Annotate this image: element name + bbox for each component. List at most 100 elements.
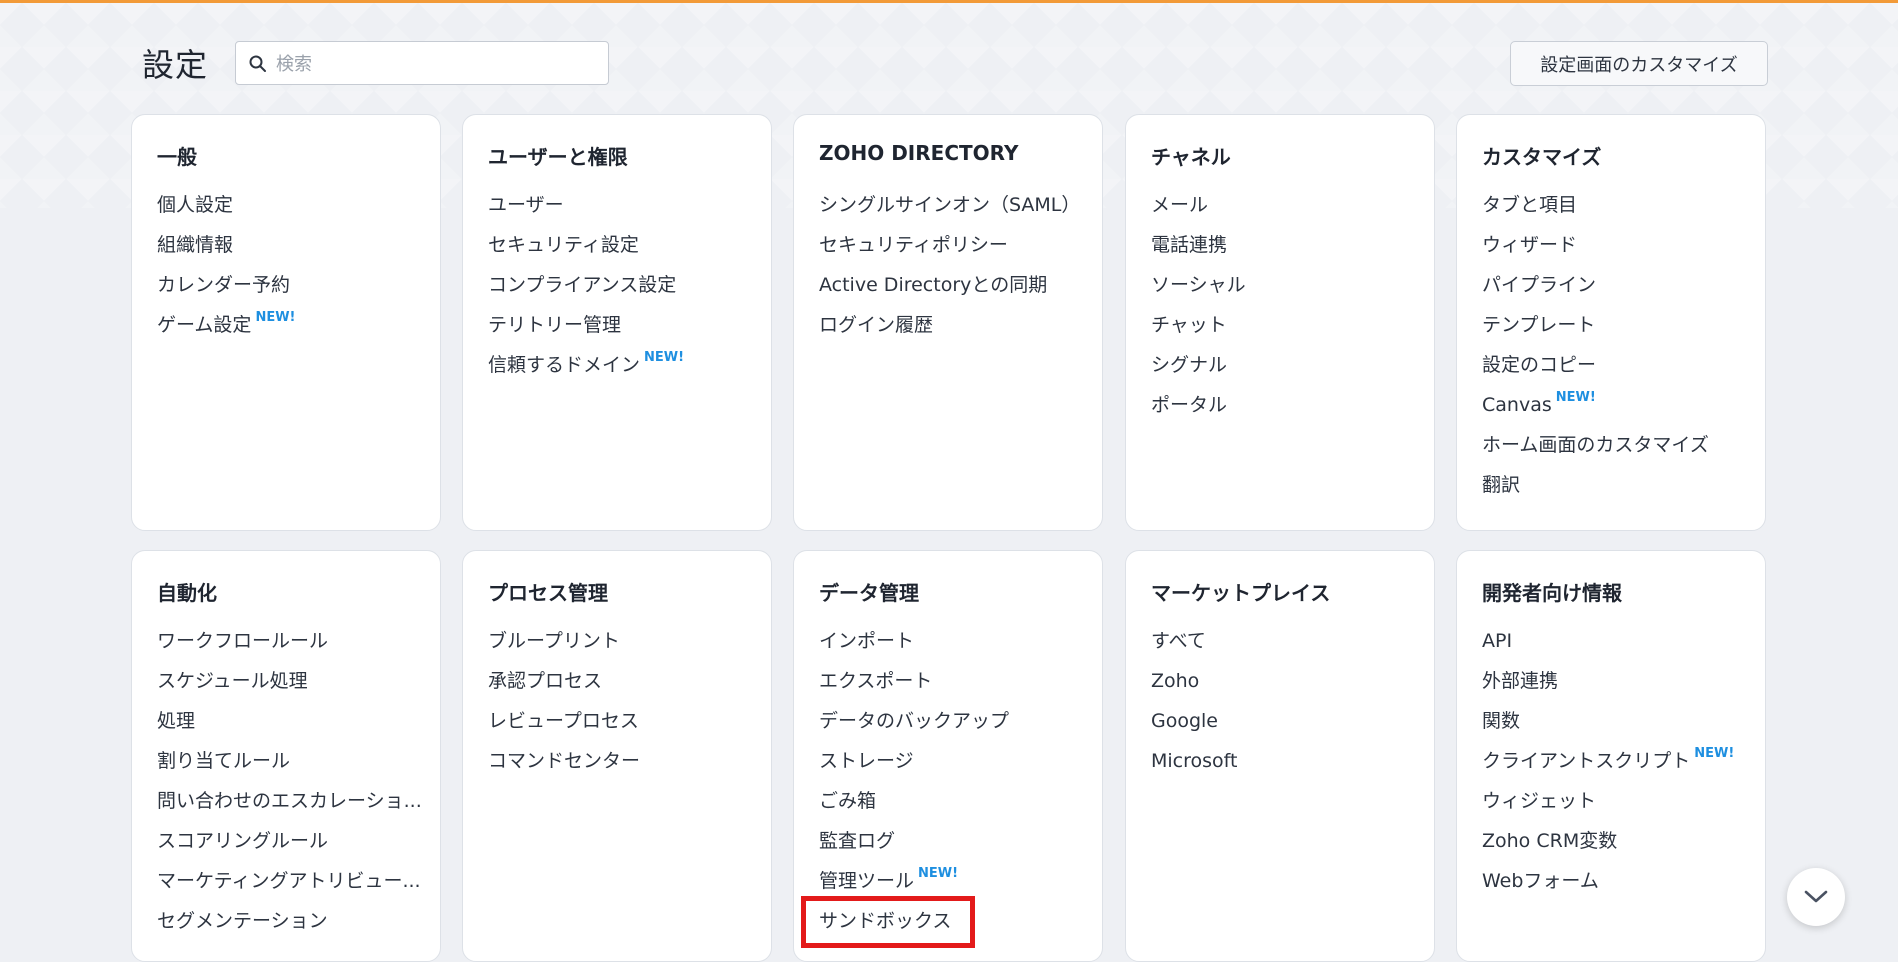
settings-link[interactable]: セグメンテーション [157,901,427,941]
scroll-down-button[interactable] [1787,868,1845,926]
settings-link[interactable]: カレンダー予約 [157,265,427,305]
settings-link[interactable]: インポート [819,621,1089,661]
settings-link[interactable]: Google [1151,701,1421,741]
settings-link[interactable]: ゲーム設定 NEW! [157,305,427,345]
search-input[interactable] [274,48,598,80]
settings-card: チャネル メール 電話連携 ソーシャル チャット シグナル ポータル [1125,114,1435,531]
settings-link-label: テンプレート [1482,314,1596,336]
settings-link-label: セキュリティポリシー [819,234,1008,256]
settings-link-label: 監査ログ [819,830,896,852]
settings-link[interactable]: 割り当てルール [157,741,427,781]
settings-link-label: 信頼するドメイン [488,354,641,376]
settings-link[interactable]: 問い合わせのエスカレーショ... [157,781,427,821]
settings-link-label: ユーザー [488,194,564,216]
settings-link[interactable]: テリトリー管理 [488,305,758,345]
settings-card: 一般 個人設定 組織情報 カレンダー予約 ゲーム設定 NEW! [131,114,441,531]
settings-link[interactable]: 設定のコピー [1482,345,1752,385]
settings-link-label: レビュープロセス [488,710,639,732]
settings-link[interactable]: 監査ログ [819,821,1089,861]
settings-card: マーケットプレイス すべて Zoho Google Microsoft [1125,550,1435,962]
settings-link[interactable]: スコアリングルール [157,821,427,861]
card-item-list: タブと項目ウィザードパイプラインテンプレート 設定のコピー Canvas NEW! ホー… [1482,185,1752,505]
settings-link-label: Microsoft [1151,750,1238,772]
settings-link-label: 設定のコピー [1482,354,1597,376]
customize-settings-button[interactable]: 設定画面のカスタマイズ [1510,41,1768,86]
settings-link-label: 外部連携 [1482,670,1559,692]
settings-link-label: Zoho [1151,670,1200,692]
settings-link[interactable]: データのバックアップ [819,701,1089,741]
settings-link-label: 翻訳 [1482,474,1521,496]
settings-link[interactable]: メール [1151,185,1421,225]
settings-link-label: ウィジェット [1482,790,1597,812]
settings-link[interactable]: 関数 [1482,701,1752,741]
settings-link-label: Google [1151,710,1219,732]
settings-link[interactable]: ユーザー [488,185,758,225]
settings-link[interactable]: 承認プロセス [488,661,758,701]
settings-link-label: Zoho CRM変数 [1482,830,1618,852]
settings-link[interactable]: パイプライン [1482,265,1752,305]
settings-link-label: ログイン履歴 [819,314,934,336]
settings-link-label: 組織情報 [157,234,234,256]
card-title: ZOHO DIRECTORY [819,141,1019,165]
settings-link[interactable]: 組織情報 [157,225,427,265]
settings-link[interactable]: ホーム画面のカスタマイズ [1482,425,1752,465]
settings-link[interactable]: セキュリティ設定 [488,225,758,265]
settings-link[interactable]: ワークフロールール [157,621,427,661]
settings-link[interactable]: レビュープロセス [488,701,758,741]
settings-link-label: コンプライアンス設定 [488,274,677,296]
new-badge: NEW! [918,866,959,881]
settings-link[interactable]: チャット [1151,305,1421,345]
settings-link-label: シグナル [1151,354,1228,376]
settings-link[interactable]: ブループリント [488,621,758,661]
settings-link[interactable]: テンプレート [1482,305,1752,345]
settings-link[interactable]: マーケティングアトリビュー... [157,861,427,901]
settings-link-label: 問い合わせのエスカレーショ... [157,790,422,812]
settings-link[interactable]: Microsoft [1151,741,1421,781]
settings-link[interactable]: シングルサインオン（SAML） [819,185,1089,225]
settings-card: 自動化 ワークフロールール スケジュール処理 処理 割り当てルール 問い合わせのエスカレー… [131,550,441,962]
settings-link[interactable]: API [1482,621,1752,661]
settings-link[interactable]: ウィジェット [1482,781,1752,821]
page-title: 設定 [142,46,209,84]
settings-link[interactable]: ごみ箱 [819,781,1089,821]
settings-link[interactable]: ソーシャル [1151,265,1421,305]
search-box[interactable] [235,41,609,85]
settings-link[interactable]: シグナル [1151,345,1421,385]
settings-link-label: チャット [1151,314,1227,336]
settings-link[interactable]: すべて [1151,621,1421,661]
card-item-list: すべて Zoho Google Microsoft [1151,621,1421,781]
card-title: データ管理 [819,581,919,605]
settings-link[interactable]: クライアントスクリプト NEW! [1482,741,1752,781]
settings-link[interactable]: 外部連携 [1482,661,1752,701]
settings-link[interactable]: Active Directoryとの同期 [819,265,1089,305]
settings-link-label: スコアリングルール [157,830,329,852]
settings-link-label: 関数 [1482,710,1521,732]
settings-link[interactable]: スケジュール処理 [157,661,427,701]
settings-link-label: ウィザード [1482,234,1578,256]
settings-link-label: 個人設定 [157,194,234,216]
settings-link[interactable]: 管理ツール NEW! [819,861,1089,901]
settings-link[interactable]: タブと項目 [1482,185,1752,225]
card-item-list: シングルサインオン（SAML） セキュリティポリシー Active Director… [819,185,1089,345]
settings-link[interactable]: ポータル [1151,385,1421,425]
settings-link[interactable]: 個人設定 [157,185,427,225]
settings-link[interactable]: 信頼するドメイン NEW! [488,345,758,385]
settings-link[interactable]: ストレージ [819,741,1089,781]
settings-link[interactable]: 翻訳 [1482,465,1752,505]
settings-link-label: ごみ箱 [819,790,877,812]
settings-link[interactable]: エクスポート [819,661,1089,701]
settings-link[interactable]: Zoho [1151,661,1421,701]
settings-link[interactable]: ウィザード [1482,225,1752,265]
settings-link[interactable]: Canvas NEW! [1482,385,1752,425]
settings-link[interactable]: コマンドセンター [488,741,758,781]
settings-link[interactable]: Zoho CRM変数 [1482,821,1752,861]
settings-link-label: ホーム画面のカスタマイズ [1482,434,1709,456]
settings-link[interactable]: Webフォーム [1482,861,1752,901]
settings-link[interactable]: ログイン履歴 [819,305,1089,345]
chevron-down-icon [1804,890,1828,903]
settings-link[interactable]: 電話連携 [1151,225,1421,265]
settings-link[interactable]: セキュリティポリシー [819,225,1089,265]
settings-link[interactable]: 処理 [157,701,427,741]
settings-link[interactable]: コンプライアンス設定 [488,265,758,305]
card-item-list: ワークフロールール スケジュール処理 処理 割り当てルール問い合わせのエスカレーショ.… [157,621,427,941]
